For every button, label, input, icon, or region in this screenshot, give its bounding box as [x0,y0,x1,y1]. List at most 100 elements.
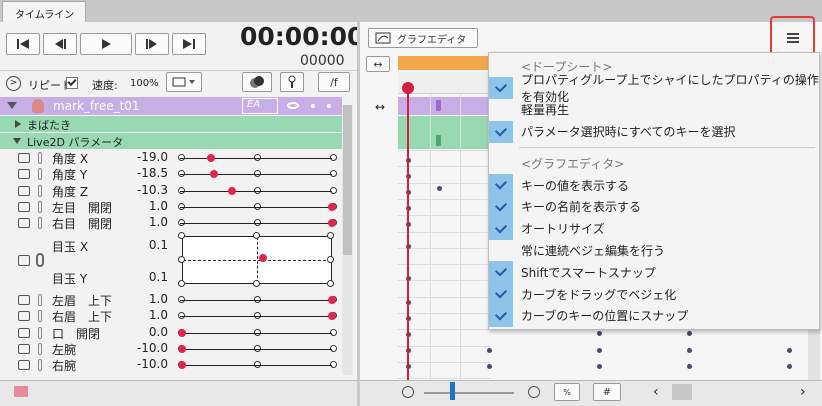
param-toggle-icon[interactable] [18,255,30,266]
keyframe-dot[interactable] [597,364,602,369]
keyframe-dot[interactable] [597,348,602,353]
param-toggle-icon[interactable] [18,343,30,354]
param-toggle-icon[interactable] [18,327,30,338]
zoom-slider-thumb[interactable] [450,382,455,400]
dot-icon[interactable] [327,104,331,108]
keyframe-dot[interactable] [787,364,792,369]
pad-point[interactable] [327,232,334,239]
keyframe[interactable] [436,135,441,146]
param-slider-track[interactable] [180,223,332,225]
keyframe-dot[interactable] [487,348,492,353]
keyframe-dot[interactable] [787,348,792,353]
param-value[interactable]: -10.3 [128,183,168,197]
scroll-left-arrow-icon[interactable]: ‹ [653,384,659,400]
eyeball-knob[interactable] [259,254,267,262]
hamburger-menu-button[interactable] [781,27,805,49]
param-toggle-icon[interactable] [18,185,30,196]
param-slider-track[interactable] [180,158,332,159]
menu-item[interactable]: オートリサイズ [489,217,819,240]
menu-item[interactable]: 軽量再生 [489,99,819,121]
param-toggle-icon[interactable] [18,218,30,229]
eyeball-y-value[interactable]: 0.1 [128,270,168,284]
left-scrollbar-thumb[interactable] [343,105,352,255]
menu-item[interactable]: キーの値を表示する [489,174,819,196]
go-to-end-button[interactable] [172,33,206,55]
zoom-out-icon[interactable] [402,386,414,398]
param-knob[interactable] [209,170,218,179]
param-slider-track[interactable] [180,206,332,208]
expand-arrow-icon[interactable] [15,120,21,128]
frame-unit-button[interactable]: /f [318,72,350,92]
param-value[interactable]: 1.0 [128,215,168,229]
left-scrollbar[interactable] [342,105,353,375]
param-toggle-icon[interactable] [18,311,30,322]
link-icon[interactable] [38,342,42,355]
link-icon[interactable] [38,326,42,339]
param-knob[interactable] [178,328,186,337]
param-value[interactable]: 1.0 [128,292,168,306]
menu-item[interactable]: カーブをドラッグでベジェ化 [489,283,819,305]
param-knob[interactable] [206,154,215,162]
keyframe-dot[interactable] [597,331,602,336]
collapse-arrow-icon[interactable] [13,138,21,144]
playhead-handle[interactable] [402,82,414,94]
fit-width-icon[interactable]: ↔ [375,100,385,114]
link-icon[interactable] [38,310,42,323]
eyeball-2d-pad[interactable] [182,236,332,284]
param-slider-track[interactable] [180,348,332,350]
graph-editor-button[interactable]: グラフエディタ [368,28,478,48]
param-slider-track[interactable] [180,365,332,367]
go-to-start-button[interactable] [6,33,40,55]
param-knob[interactable] [227,186,236,195]
param-value[interactable]: -18.5 [128,166,168,180]
param-knob[interactable] [328,202,336,211]
pad-point[interactable] [178,256,185,263]
link-icon[interactable] [36,253,44,267]
display-mode-button[interactable] [166,72,202,92]
playhead-line[interactable] [407,86,409,380]
menu-item[interactable]: プロパティグループ上でシャイにしたプロパティの操作を有効化 [489,73,819,104]
pad-point[interactable] [253,280,260,287]
pad-point[interactable] [253,232,260,239]
keyframe-dot[interactable] [687,348,692,353]
keyframe[interactable] [436,100,441,111]
expand-icon[interactable]: > [6,76,21,91]
tab-timeline[interactable]: タイムライン [2,1,86,22]
menu-item[interactable]: キーの名前を表示する [489,195,819,218]
menu-item[interactable]: パラメータ選択時にすべてのキーを選択 [489,120,819,143]
collapse-arrow-icon[interactable] [7,102,17,109]
keyframe-dot[interactable] [437,186,442,191]
param-toggle-icon[interactable] [18,201,30,212]
param-value[interactable]: -19.0 [128,150,168,164]
zoom-slider-track[interactable] [424,392,514,394]
param-slider-track[interactable] [180,174,332,176]
param-knob[interactable] [178,344,186,353]
work-area-bar[interactable] [398,56,490,70]
menu-item[interactable]: 常に連続ベジェ編集を行う [489,239,819,261]
scroll-right-arrow-icon[interactable]: › [800,384,806,400]
link-icon[interactable] [38,168,42,181]
param-knob[interactable] [328,296,336,304]
pad-point[interactable] [327,256,334,263]
pad-point[interactable] [327,280,334,287]
param-value[interactable]: 0.0 [128,325,168,339]
param-value[interactable]: -10.0 [128,341,168,355]
zoom-percent-button[interactable]: % [554,383,580,401]
eye-icon[interactable] [287,102,299,109]
param-slider-track[interactable] [180,316,332,318]
link-icon[interactable] [38,294,42,306]
pad-point[interactable] [178,232,185,239]
keyframe-dot[interactable] [687,364,692,369]
folder-icon[interactable] [14,386,28,397]
play-button[interactable] [80,33,132,55]
pin-button[interactable] [280,72,304,92]
pad-point[interactable] [178,280,185,287]
zoom-in-icon[interactable] [528,386,540,398]
keyframe-dot[interactable] [487,364,492,369]
link-icon[interactable] [38,217,42,230]
param-toggle-icon[interactable] [18,169,30,180]
menu-item[interactable]: Shiftでスマートスナップ [489,261,819,284]
param-toggle-icon[interactable] [18,153,30,163]
param-slider-track[interactable] [180,332,332,334]
menu-item[interactable]: カーブのキーの位置にスナップ [489,304,819,327]
